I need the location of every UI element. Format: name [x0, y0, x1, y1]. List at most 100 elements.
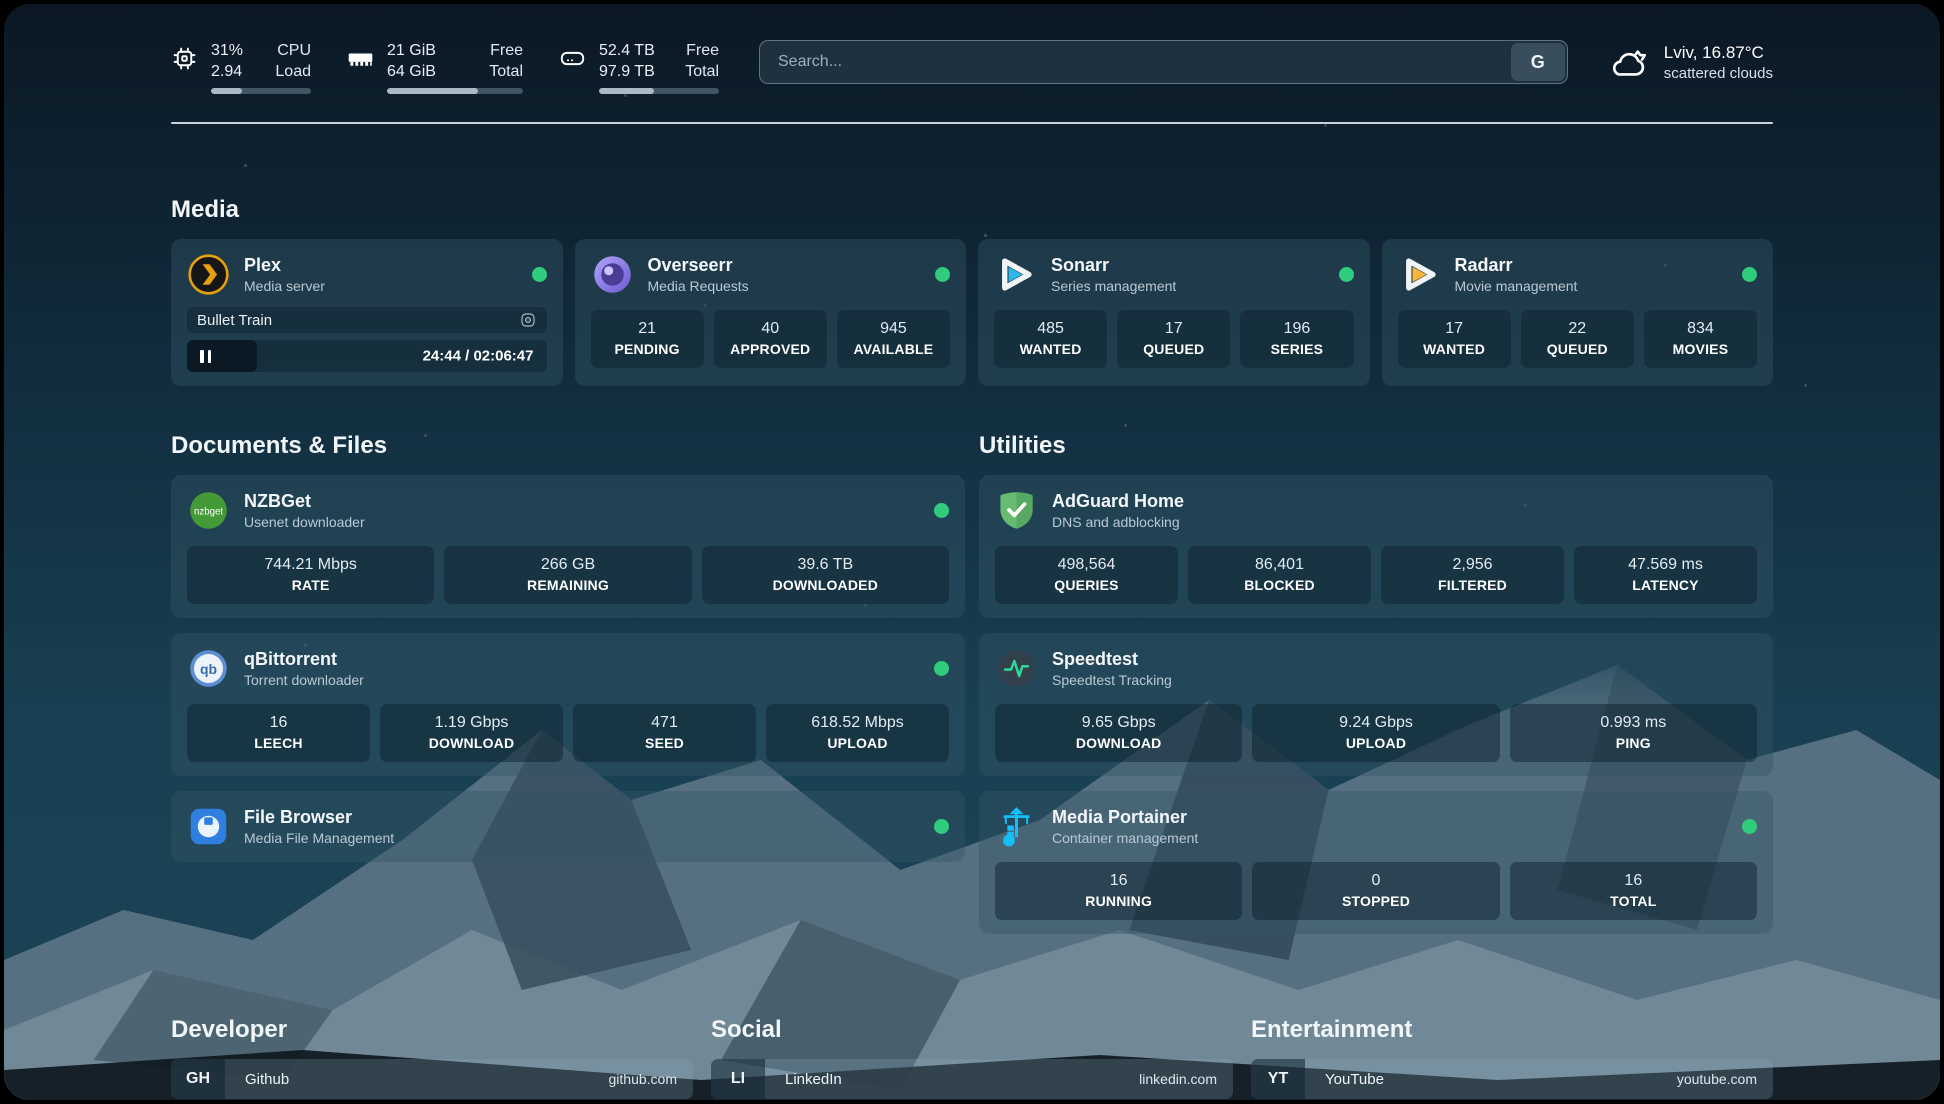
service-subtitle: Media server — [244, 278, 325, 295]
service-name: Radarr — [1455, 254, 1578, 277]
cloud-icon — [1608, 46, 1650, 80]
stat-row: 16 LEECH 1.19 Gbps DOWNLOAD — [187, 704, 949, 762]
stat-label: QUEUED — [1121, 341, 1226, 358]
search-provider-button[interactable]: G — [1511, 43, 1565, 81]
service-name: Overseerr — [648, 254, 749, 277]
service-card[interactable]: qb qBittorrent Torrent downloader — [171, 633, 965, 776]
stat-value: 485 — [998, 319, 1103, 339]
service-subtitle: Series management — [1051, 278, 1176, 295]
stat-value: 945 — [841, 319, 946, 339]
stat-box: 744.21 Mbps RATE — [187, 546, 434, 604]
stat-row: 9.65 Gbps DOWNLOAD 9.24 Gbps UPLOAD — [995, 704, 1757, 762]
disk-icon — [559, 45, 586, 72]
bookmark-link[interactable]: YT YouTube youtube.com — [1251, 1059, 1773, 1099]
bookmark-group: Entertainment YT YouTube youtube.com NF — [1251, 1016, 1773, 1100]
status-dot — [1742, 267, 1757, 282]
stat-box: 0 STOPPED — [1252, 862, 1499, 920]
stat-row: 16 RUNNING 0 STOPPED — [995, 862, 1757, 920]
stat-label: BLOCKED — [1192, 577, 1367, 594]
service-name: AdGuard Home — [1052, 490, 1184, 513]
service-name: Sonarr — [1051, 254, 1176, 277]
cpu-progress-bar — [211, 88, 311, 94]
weather-summary: Lviv, 16.87°C — [1664, 42, 1773, 64]
stat-row: 17 WANTED 22 QUEUED 834 — [1398, 310, 1758, 368]
bookmark-group-title: Developer — [171, 1016, 693, 1044]
system-metrics: 31%CPU 2.94Load 21 GiBFree 64 GiBTotal — [171, 40, 719, 94]
bookmark-name: Github — [225, 1059, 593, 1099]
stat-label: SERIES — [1244, 341, 1349, 358]
svg-text:nzbget: nzbget — [194, 506, 223, 517]
service-card[interactable]: Overseerr Media Requests 21 PENDIN — [575, 239, 967, 386]
bookmark-name: YouTube — [1305, 1059, 1661, 1099]
stat-label: PING — [1514, 735, 1753, 752]
stat-value: 744.21 Mbps — [191, 555, 430, 575]
session-icon — [519, 311, 537, 329]
section-title-media: Media — [171, 196, 1773, 224]
stat-label: RATE — [191, 577, 430, 594]
playback-time: 24:44 / 02:06:47 — [423, 348, 534, 365]
cpu-widget: 31%CPU 2.94Load — [171, 40, 311, 94]
section-title-documents: Documents & Files — [171, 432, 965, 460]
stat-value: 21 — [595, 319, 700, 339]
disk-total-value: 97.9 TB — [599, 61, 655, 82]
service-card[interactable]: Sonarr Series management 485 WANTE — [978, 239, 1370, 386]
dashboard: 31%CPU 2.94Load 21 GiBFree 64 GiBTotal — [4, 4, 1940, 1100]
stat-row: 498,564 QUERIES 86,401 BLOCKED — [995, 546, 1757, 604]
status-dot — [1339, 267, 1354, 282]
status-dot — [934, 503, 949, 518]
bookmark-link[interactable]: GH Github github.com — [171, 1059, 693, 1099]
stat-label: STOPPED — [1256, 893, 1495, 910]
stat-value: 16 — [1514, 871, 1753, 891]
stat-value: 9.24 Gbps — [1256, 713, 1495, 733]
stat-box: 47.569 ms LATENCY — [1574, 546, 1757, 604]
status-dot — [934, 819, 949, 834]
stat-value: 17 — [1402, 319, 1507, 339]
stat-box: 22 QUEUED — [1521, 310, 1634, 368]
stat-row: 485 WANTED 17 QUEUED 196 — [994, 310, 1354, 368]
stat-label: UPLOAD — [1256, 735, 1495, 752]
stat-value: 618.52 Mbps — [770, 713, 945, 733]
service-subtitle: Media Requests — [648, 278, 749, 295]
svg-text:qb: qb — [200, 661, 217, 677]
service-card[interactable]: Speedtest Speedtest Tracking 9.65 Gbps — [979, 633, 1773, 776]
nzbget-icon: nzbget — [187, 489, 230, 532]
stat-value: 86,401 — [1192, 555, 1367, 575]
stat-box: 498,564 QUERIES — [995, 546, 1178, 604]
search-bar: G — [759, 40, 1568, 84]
stat-label: WANTED — [1402, 341, 1507, 358]
filebrowser-icon — [187, 805, 230, 848]
disk-free-value: 52.4 TB — [599, 40, 655, 61]
stat-label: DOWNLOAD — [999, 735, 1238, 752]
overseerr-icon — [591, 253, 634, 296]
system-bar: 31%CPU 2.94Load 21 GiBFree 64 GiBTotal — [4, 4, 1940, 94]
bookmark-url: linkedin.com — [1123, 1059, 1233, 1099]
stat-label: RUNNING — [999, 893, 1238, 910]
status-dot — [1742, 819, 1757, 834]
qbittorrent-icon: qb — [187, 647, 230, 690]
search-input[interactable] — [760, 41, 1509, 83]
stat-label: SEED — [577, 735, 752, 752]
topbar-divider — [171, 122, 1773, 124]
memory-total-value: 64 GiB — [387, 61, 436, 82]
service-card[interactable]: File Browser Media File Management — [171, 791, 965, 862]
service-subtitle: Usenet downloader — [244, 514, 365, 531]
service-card[interactable]: nzbget NZBGet Usenet downloader — [171, 475, 965, 618]
disk-progress-bar — [599, 88, 719, 94]
bookmark-name: LinkedIn — [765, 1059, 1123, 1099]
status-dot — [532, 267, 547, 282]
service-card[interactable]: Radarr Movie management 17 WANTED — [1382, 239, 1774, 386]
stat-value: 266 GB — [448, 555, 687, 575]
stat-value: 2,956 — [1385, 555, 1560, 575]
stat-label: FILTERED — [1385, 577, 1560, 594]
stat-value: 834 — [1648, 319, 1753, 339]
service-card[interactable]: Media Portainer Container management 16 — [979, 791, 1773, 934]
memory-widget: 21 GiBFree 64 GiBTotal — [347, 40, 523, 94]
stat-label: APPROVED — [718, 341, 823, 358]
service-card[interactable]: AdGuard Home DNS and adblocking 498,564 — [979, 475, 1773, 618]
stat-value: 9.65 Gbps — [999, 713, 1238, 733]
stat-box: 618.52 Mbps UPLOAD — [766, 704, 949, 762]
stat-value: 40 — [718, 319, 823, 339]
stat-value: 22 — [1525, 319, 1630, 339]
bookmark-link[interactable]: LI LinkedIn linkedin.com — [711, 1059, 1233, 1099]
service-card[interactable]: Plex Media server Bullet Train — [171, 239, 563, 386]
